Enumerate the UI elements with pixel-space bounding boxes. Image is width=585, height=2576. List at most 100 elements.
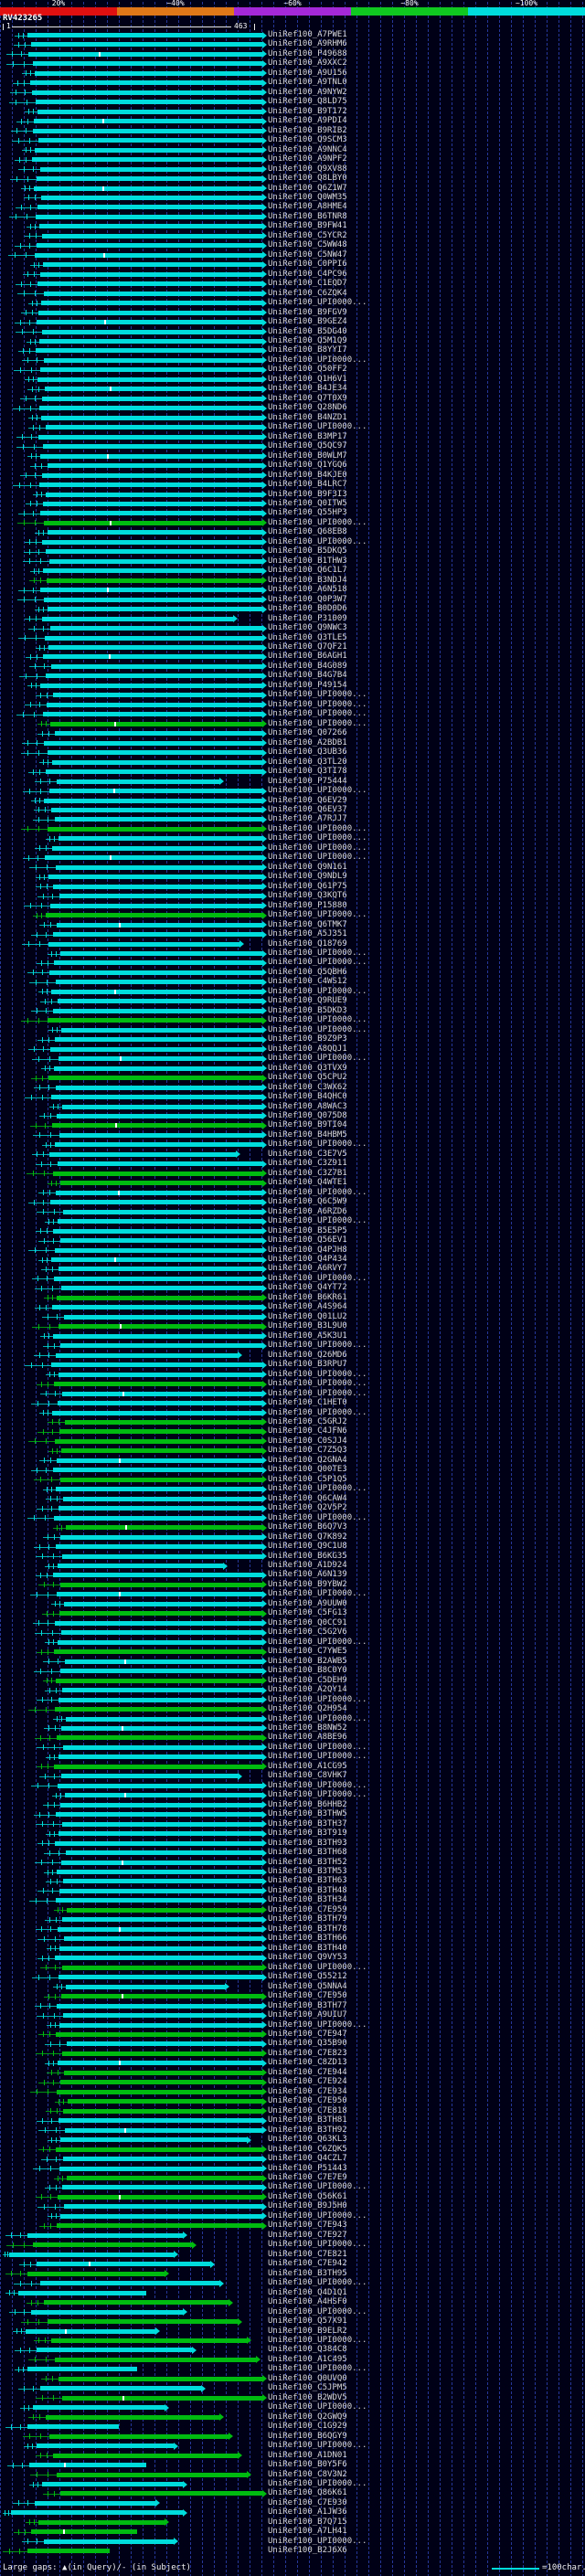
hit-label[interactable]: UniRef100_Q9XV88 xyxy=(268,164,347,174)
hit-label[interactable]: UniRef100_Q0UVQ0 xyxy=(268,2374,347,2383)
hit-bar[interactable] xyxy=(50,626,262,631)
hit-label[interactable]: UniRef100_UPI0000... xyxy=(268,2403,367,2412)
hit-bar[interactable] xyxy=(63,1209,262,1214)
hit-bar[interactable] xyxy=(56,1085,262,1090)
hit-bar[interactable] xyxy=(61,1448,262,1454)
hit-label[interactable]: UniRef100_B6QGY9 xyxy=(268,2432,347,2441)
hit-label[interactable]: UniRef100_C7E930 xyxy=(268,2498,347,2507)
hit-label[interactable]: UniRef100_C5P1Q5 xyxy=(268,1475,347,1484)
hit-label[interactable]: UniRef100_B4HBM5 xyxy=(268,1130,347,1140)
hit-bar[interactable] xyxy=(40,2386,201,2391)
hit-bar[interactable] xyxy=(59,1611,262,1617)
hit-label[interactable]: UniRef100_C5GRJ2 xyxy=(268,1417,347,1426)
hit-bar[interactable] xyxy=(57,1113,262,1118)
hit-label[interactable]: UniRef100_C3WX62 xyxy=(268,1083,347,1092)
hit-bar[interactable] xyxy=(31,42,262,48)
hit-bar[interactable] xyxy=(58,1401,262,1406)
hit-label[interactable]: UniRef100_C1HET0 xyxy=(268,1399,347,1407)
hit-bar[interactable] xyxy=(39,224,262,229)
hit-bar[interactable] xyxy=(35,147,262,153)
hit-bar[interactable] xyxy=(27,2549,110,2554)
hit-bar[interactable] xyxy=(39,406,262,411)
hit-bar[interactable] xyxy=(67,2176,262,2180)
hit-label[interactable]: UniRef100_Q6C1L7 xyxy=(268,567,347,575)
hit-label[interactable]: UniRef100_B3TH52 xyxy=(268,1858,347,1867)
hit-bar[interactable] xyxy=(61,1994,262,1999)
hit-label[interactable]: UniRef100_C7YWE5 xyxy=(268,1648,347,1656)
hit-label[interactable]: UniRef100_B2WDV5 xyxy=(268,2393,347,2402)
hit-bar[interactable] xyxy=(55,731,262,737)
hit-bar[interactable] xyxy=(30,80,262,86)
hit-label[interactable]: UniRef100_B3MP17 xyxy=(268,432,347,441)
hit-label[interactable]: UniRef100_A9NYW2 xyxy=(268,88,347,97)
hit-label[interactable]: UniRef100_UPI0000... xyxy=(268,1695,367,1704)
hit-bar[interactable] xyxy=(53,884,262,889)
hit-label[interactable]: UniRef100_A9PDI4 xyxy=(268,117,347,125)
hit-bar[interactable] xyxy=(37,205,262,210)
hit-bar[interactable] xyxy=(37,176,262,182)
hit-bar[interactable] xyxy=(33,2405,165,2411)
hit-label[interactable]: UniRef100_Q28ND6 xyxy=(268,404,347,412)
hit-label[interactable]: UniRef100_B6KG35 xyxy=(268,1552,347,1561)
hit-bar[interactable] xyxy=(62,1553,262,1559)
hit-label[interactable]: UniRef100_B3TM53 xyxy=(268,1868,347,1876)
hit-label[interactable]: UniRef100_UPI0000... xyxy=(268,2211,367,2221)
hit-label[interactable]: UniRef100_B3TH68 xyxy=(268,1849,347,1857)
hit-bar[interactable] xyxy=(37,243,262,249)
hit-bar[interactable] xyxy=(49,789,262,794)
hit-bar[interactable] xyxy=(42,2482,183,2486)
hit-label[interactable]: UniRef100_Q9NWC3 xyxy=(268,624,347,632)
hit-label[interactable]: UniRef100_B4NZD1 xyxy=(268,413,347,422)
hit-label[interactable]: UniRef100_B3TH40 xyxy=(268,1944,347,1953)
hit-bar[interactable] xyxy=(54,1065,262,1071)
hit-bar[interactable] xyxy=(55,1840,262,1846)
hit-label[interactable]: UniRef100_A5K3U1 xyxy=(268,1331,347,1341)
hit-label[interactable]: UniRef100_UPI0000... xyxy=(268,1341,367,1350)
hit-bar[interactable] xyxy=(67,2041,262,2047)
hit-label[interactable]: UniRef100_C7E943 xyxy=(268,2221,347,2230)
hit-bar[interactable] xyxy=(60,2137,247,2143)
hit-bar[interactable] xyxy=(43,712,262,717)
hit-label[interactable]: UniRef100_B3TH77 xyxy=(268,2001,347,2010)
hit-label[interactable]: UniRef100_A7PWE1 xyxy=(268,31,347,39)
hit-bar[interactable] xyxy=(44,2539,174,2544)
hit-bar[interactable] xyxy=(58,836,262,842)
hit-label[interactable]: UniRef100_C7E924 xyxy=(268,2078,347,2086)
hit-bar[interactable] xyxy=(63,1496,262,1501)
hit-bar[interactable] xyxy=(35,70,262,76)
hit-label[interactable]: UniRef100_A8BE96 xyxy=(268,1733,347,1742)
hit-bar[interactable] xyxy=(49,1151,236,1157)
hit-bar[interactable] xyxy=(60,2080,262,2085)
hit-bar[interactable] xyxy=(44,2300,229,2306)
hit-label[interactable]: UniRef100_B3TH37 xyxy=(268,1819,347,1829)
hit-bar[interactable] xyxy=(55,1707,262,1712)
hit-label[interactable]: UniRef100_UPI0000... xyxy=(268,1408,367,1417)
hit-bar[interactable] xyxy=(44,291,262,296)
hit-label[interactable]: UniRef100_Q4D1Q1 xyxy=(268,2288,347,2297)
hit-label[interactable]: UniRef100_UPI0000... xyxy=(268,1590,367,1598)
hit-bar[interactable] xyxy=(42,233,262,239)
hit-label[interactable]: UniRef100_Q26MD6 xyxy=(268,1351,347,1360)
hit-label[interactable]: UniRef100_C7E959 xyxy=(268,1905,347,1914)
hit-bar[interactable] xyxy=(54,1764,262,1769)
hit-label[interactable]: UniRef100_Q56K61 xyxy=(268,2192,347,2201)
hit-bar[interactable] xyxy=(46,549,262,555)
hit-label[interactable]: UniRef100_Q384C8 xyxy=(268,2346,347,2354)
hit-label[interactable]: UniRef100_UPI0000... xyxy=(268,824,367,833)
hit-label[interactable]: UniRef100_UPI0000... xyxy=(268,911,367,919)
hit-bar[interactable] xyxy=(42,396,262,401)
hit-bar[interactable] xyxy=(48,941,239,947)
hit-label[interactable]: UniRef100_A5J351 xyxy=(268,930,347,938)
hit-bar[interactable] xyxy=(41,195,262,200)
hit-bar[interactable] xyxy=(42,472,262,478)
hit-label[interactable]: UniRef100_C7Z5Q3 xyxy=(268,1447,347,1455)
hit-bar[interactable] xyxy=(48,1076,262,1081)
hit-bar[interactable] xyxy=(63,2013,262,2019)
hit-bar[interactable] xyxy=(57,1870,262,1874)
hit-bar[interactable] xyxy=(48,607,262,612)
hit-label[interactable]: UniRef100_C1G929 xyxy=(268,2422,347,2431)
hit-bar[interactable] xyxy=(47,702,262,707)
hit-label[interactable]: UniRef100_UPI0000... xyxy=(268,787,367,795)
hit-label[interactable]: UniRef100_B6HHB2 xyxy=(268,1800,347,1809)
hit-bar[interactable] xyxy=(57,1295,262,1300)
